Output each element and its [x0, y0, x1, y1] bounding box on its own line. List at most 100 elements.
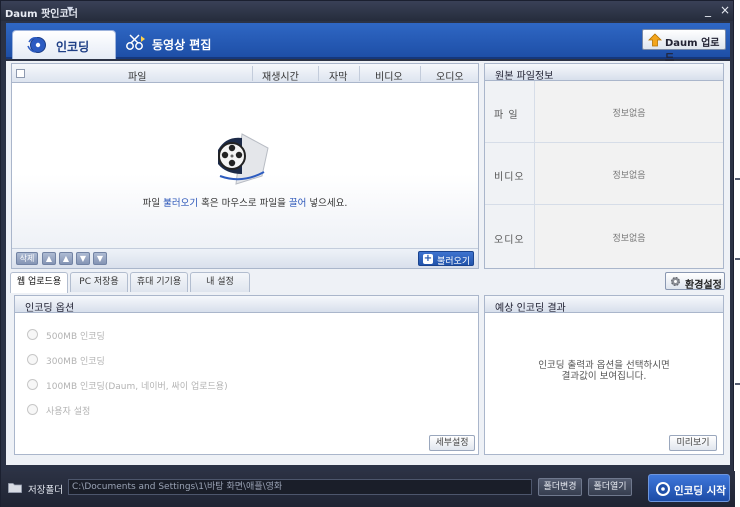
- app-window: Daum 팟인코더 ▼ _ × 인코딩 동영상 편집 Daum 업로드 파일 재…: [0, 0, 735, 507]
- encoding-disc-icon: [656, 482, 670, 496]
- result-message-line: 결과값이 보여집니다.: [561, 371, 647, 382]
- info-value-label: 정보없음: [612, 108, 646, 119]
- expected-result-header: 예상 인코딩 결과: [485, 296, 723, 314]
- tab-mobile-device[interactable]: 휴대 기기용: [130, 272, 188, 292]
- daum-upload-label: Daum 업로드: [665, 38, 720, 64]
- info-value: 정보없음: [535, 205, 723, 268]
- move-up-button[interactable]: ▲: [59, 252, 73, 265]
- encoding-options-panel: 인코딩 옵션 500MB 인코딩 300MB 인코딩 100MB 인코딩(Dau…: [14, 295, 479, 455]
- close-button[interactable]: ×: [720, 3, 730, 17]
- expected-result-panel: 예상 인코딩 결과 인코딩 출력과 옵션을 선택하시면 결과값이 보여집니다. …: [484, 295, 724, 455]
- source-info-title: 원본 파일정보: [495, 71, 554, 82]
- tab-my-settings[interactable]: 내 설정: [190, 272, 250, 292]
- file-list-panel[interactable]: 파일 재생시간 자막 비디오 오디오 파일 불러오기 혹은 마우스로 파일을 끌…: [11, 63, 479, 269]
- select-all-checkbox[interactable]: [16, 69, 25, 78]
- title-bar: Daum 팟인코더 ▼ _ ×: [1, 1, 733, 21]
- column-duration[interactable]: 재생시간: [262, 68, 299, 83]
- preview-button[interactable]: 미리보기: [669, 435, 717, 451]
- start-encoding-label: 인코딩 시작: [674, 485, 726, 497]
- info-row-file: 파 일 정보없음: [485, 81, 723, 143]
- option-label: 300MB 인코딩: [46, 357, 105, 367]
- encoding-options-title: 인코딩 옵션: [25, 303, 75, 314]
- move-down-button[interactable]: ▼: [76, 252, 90, 265]
- background-window-edge: [735, 258, 740, 260]
- title-menu-dropdown-icon[interactable]: ▼: [67, 5, 73, 14]
- drop-text-middle: 혹은 마우스로 파일을: [198, 198, 289, 209]
- load-files-button[interactable]: + 불러오기: [418, 251, 474, 267]
- info-key: 비디오: [485, 143, 535, 204]
- info-row-video: 비디오 정보없음: [485, 143, 723, 205]
- radio-button[interactable]: [27, 404, 38, 415]
- drop-text-after: 넣으세요.: [306, 198, 348, 209]
- save-path-field[interactable]: C:\Documents and Settings\1\바탕 화면\애플\영화: [68, 479, 532, 495]
- gear-icon: [671, 277, 680, 286]
- info-value: 정보없음: [535, 143, 723, 204]
- tab-encoding[interactable]: 인코딩: [12, 30, 116, 59]
- file-list-header: 파일 재생시간 자막 비디오 오디오: [12, 64, 478, 83]
- daum-upload-button[interactable]: Daum 업로드: [642, 29, 726, 64]
- preferences-button[interactable]: 환경설정: [665, 272, 725, 291]
- save-folder-label: 저장폴더: [28, 485, 63, 496]
- info-value-label: 정보없음: [612, 233, 646, 244]
- source-file-info-panel: 원본 파일정보 파 일 정보없음 비디오 정보없음 오디오 정보없음: [484, 63, 724, 269]
- column-divider: [252, 66, 253, 81]
- minimize-button[interactable]: _: [705, 3, 711, 17]
- drop-text-before: 파일: [142, 198, 164, 209]
- radio-button[interactable]: [27, 379, 38, 390]
- radio-button[interactable]: [27, 329, 38, 340]
- info-key-label: 파 일: [494, 109, 519, 121]
- film-reel-icon: [218, 133, 269, 185]
- move-bottom-button[interactable]: ▼: [93, 252, 107, 265]
- info-key: 파 일: [485, 81, 535, 142]
- file-list-toolbar: 삭제 ▲ ▲ ▼ ▼ + 불러오기: [12, 248, 478, 268]
- bottom-bar: 저장폴더 C:\Documents and Settings\1\바탕 화면\애…: [1, 471, 735, 507]
- column-divider: [359, 66, 360, 81]
- upload-arrow-icon: [648, 33, 662, 47]
- plus-icon: +: [423, 253, 433, 264]
- column-divider: [420, 66, 421, 81]
- info-row-audio: 오디오 정보없음: [485, 205, 723, 268]
- option-label: 100MB 인코딩(Daum, 네이버, 싸이 업로드용): [46, 382, 228, 392]
- encoding-options-header: 인코딩 옵션: [15, 296, 478, 314]
- folder-icon: [8, 483, 22, 493]
- drop-instruction: 파일 불러오기 혹은 마우스로 파일을 끌어 넣으세요.: [12, 195, 478, 209]
- info-key-label: 오디오: [494, 234, 525, 246]
- change-folder-button[interactable]: 폴더변경: [538, 478, 582, 496]
- start-encoding-button[interactable]: 인코딩 시작: [648, 474, 730, 502]
- drag-file-link: 끌어: [288, 198, 307, 209]
- option-label: 500MB 인코딩: [46, 332, 105, 342]
- tab-movie-edit[interactable]: 동영상 편집: [122, 31, 232, 57]
- main-content: 파일 재생시간 자막 비디오 오디오 파일 불러오기 혹은 마우스로 파일을 끌…: [6, 61, 730, 465]
- movie-edit-icon: [126, 34, 145, 50]
- background-window-edge: [735, 178, 740, 180]
- background-window-edge: [735, 383, 740, 385]
- info-key-label: 비디오: [494, 171, 525, 183]
- option-label: 사용자 설정: [46, 407, 91, 417]
- column-file[interactable]: 파일: [128, 68, 146, 83]
- tab-movie-edit-label: 동영상 편집: [152, 38, 212, 52]
- option-tab-bar: 웹 업로드용 PC 저장용 휴대 기기용 내 설정 환경설정: [10, 272, 725, 293]
- preferences-label: 환경설정: [685, 280, 722, 291]
- column-audio[interactable]: 오디오: [436, 68, 464, 83]
- tab-web-upload[interactable]: 웹 업로드용: [10, 272, 68, 293]
- open-folder-button[interactable]: 폴더열기: [588, 478, 632, 496]
- mode-tab-bar: 인코딩 동영상 편집 Daum 업로드: [6, 23, 730, 64]
- load-file-link[interactable]: 불러오기: [163, 198, 198, 209]
- info-key: 오디오: [485, 205, 535, 268]
- load-files-label: 불러오기: [437, 257, 471, 267]
- expected-result-title: 예상 인코딩 결과: [495, 303, 566, 314]
- info-value-label: 정보없음: [612, 170, 646, 181]
- encoding-disc-icon: [27, 37, 46, 53]
- column-video[interactable]: 비디오: [375, 68, 403, 83]
- radio-button[interactable]: [27, 354, 38, 365]
- column-divider: [318, 66, 319, 81]
- move-top-button[interactable]: ▲: [42, 252, 56, 265]
- tab-encoding-label: 인코딩: [56, 40, 90, 54]
- delete-button[interactable]: 삭제: [16, 252, 38, 265]
- tab-pc-save[interactable]: PC 저장용: [70, 272, 128, 292]
- info-value: 정보없음: [535, 81, 723, 142]
- column-subtitle[interactable]: 자막: [329, 68, 347, 83]
- result-message-line: 인코딩 출력과 옵션을 선택하시면: [538, 360, 670, 371]
- file-drop-area[interactable]: 파일 불러오기 혹은 마우스로 파일을 끌어 넣으세요.: [12, 83, 478, 249]
- detail-settings-button[interactable]: 세부설정: [429, 435, 475, 451]
